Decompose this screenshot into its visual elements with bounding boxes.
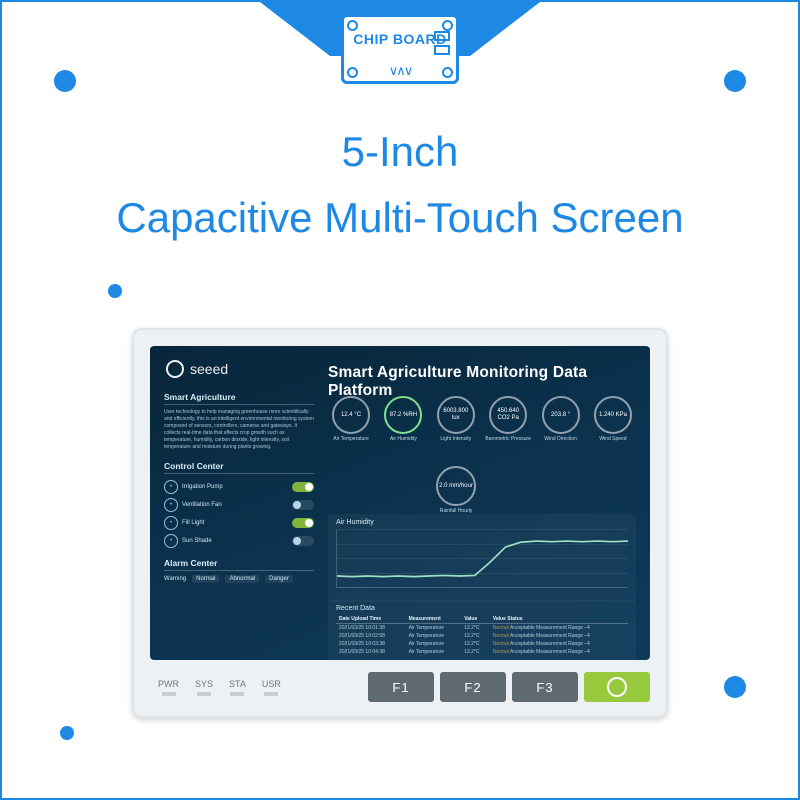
control-row: • Irrigation Pump: [164, 478, 314, 496]
decor-dot: [60, 726, 74, 740]
toggle-fill light[interactable]: [292, 518, 314, 528]
section-smart-body: User technology to help managing greenho…: [164, 409, 314, 451]
badge-chevrons: ∨∧∨: [344, 63, 456, 79]
table-header: Measurement: [406, 615, 462, 624]
headline-line1: 5-Inch: [2, 128, 798, 176]
metric-label: Light Intensity: [433, 436, 479, 442]
alarm-level: Danger: [265, 575, 293, 583]
rainfall-metric: 2.0 mm/hour Rainfall Hourly: [436, 466, 476, 514]
rain-value: 2.0 mm/hour: [439, 483, 473, 490]
f2-button[interactable]: F2: [440, 672, 506, 702]
alarm-level: Abnormal: [225, 575, 259, 583]
metric-ring: 6003.800 lux: [437, 396, 475, 434]
section-alarm-heading: Alarm Center: [164, 558, 314, 571]
headline: 5-Inch Capacitive Multi-Touch Screen: [2, 128, 798, 242]
screen-title: Smart Agriculture Monitoring Data Platfo…: [328, 364, 650, 400]
metric-value: 1.240 KPa: [599, 412, 627, 419]
f1-button[interactable]: F1: [368, 672, 434, 702]
section-smart-heading: Smart Agriculture: [164, 392, 314, 405]
metric-label: Air Temperature: [328, 436, 374, 442]
metric-value: 12.4 °C: [341, 412, 361, 419]
metric: 1.240 KPa Wind Speed: [590, 396, 636, 442]
table-header: Date Upload Time: [336, 615, 406, 624]
section-control-heading: Control Center: [164, 461, 314, 474]
decor-dot: [724, 676, 746, 698]
bulb-icon: •: [164, 516, 178, 530]
fan-icon: •: [164, 498, 178, 512]
decor-dot: [54, 70, 76, 92]
seeed-icon: [166, 360, 184, 378]
chip-board-badge: CHIP BOARD ∨∧∨: [341, 14, 459, 84]
metric: 12.4 °C Air Temperature: [328, 396, 374, 442]
metric-label: Wind Speed: [590, 436, 636, 442]
metric-value: 6003.800 lux: [439, 408, 473, 422]
led-sta: STA: [229, 679, 246, 696]
headline-line2: Capacitive Multi-Touch Screen: [2, 194, 798, 242]
recent-table: Date Upload TimeMeasurementValueValue St…: [336, 615, 628, 656]
table-header: Value Status: [490, 615, 628, 624]
control-row: • Ventilation Fan: [164, 496, 314, 514]
power-icon: [607, 677, 627, 697]
metric-value: 450.640 CO2 Pa: [491, 408, 525, 422]
metric-ring: 87.2 %RH: [384, 396, 422, 434]
f3-button[interactable]: F3: [512, 672, 578, 702]
control-row: • Sun Shade: [164, 532, 314, 550]
table-row: 2021/03/25 10:02:58Air Temperature12.2°C…: [336, 632, 628, 640]
device-bottom-bar: PWR SYS STA USR F1 F2 F3: [150, 666, 650, 708]
table-row: 2021/03/25 10:03:38Air Temperature12.2°C…: [336, 640, 628, 648]
led-sys: SYS: [195, 679, 213, 696]
chart-card: Air Humidity: [328, 514, 636, 602]
toggle-irrigation pump[interactable]: [292, 482, 314, 492]
metric: 450.640 CO2 Pa Barometric Pressure: [485, 396, 531, 442]
device-screen: seeed Smart Agriculture Monitoring Data …: [150, 346, 650, 660]
alarm-row: Warning Normal Abnormal Danger: [164, 575, 314, 583]
decor-dot: [724, 70, 746, 92]
table-row: 2021/03/25 10:04:38Air Temperature12.2°C…: [336, 648, 628, 656]
metric-value: 87.2 %RH: [390, 412, 417, 419]
decor-dot: [108, 284, 122, 298]
metric-row: 12.4 °C Air Temperature 87.2 %RH Air Humidi…: [328, 396, 636, 442]
metric: 6003.800 lux Light Intensity: [433, 396, 479, 442]
chart-area: [336, 529, 628, 588]
toggle-sun shade[interactable]: [292, 536, 314, 546]
metric-label: Air Humidity: [380, 436, 426, 442]
table-header: Value: [461, 615, 490, 624]
control-row: • Fill Light: [164, 514, 314, 532]
led-usr: USR: [262, 679, 281, 696]
metric-label: Barometric Pressure: [485, 436, 531, 442]
control-label: Sun Shade: [182, 538, 212, 544]
alarm-level: Normal: [192, 575, 219, 583]
metric-ring: 12.4 °C: [332, 396, 370, 434]
brand-logo: seeed: [166, 360, 228, 378]
metric-label: Wind Direction: [538, 436, 584, 442]
table-row: 2021/03/25 10:01:38Air Temperature12.2°C…: [336, 624, 628, 633]
control-label: Irrigation Pump: [182, 484, 223, 490]
device-mockup: seeed Smart Agriculture Monitoring Data …: [132, 328, 668, 718]
control-label: Fill Light: [182, 520, 204, 526]
led-pwr: PWR: [158, 679, 179, 696]
metric: 87.2 %RH Air Humidity: [380, 396, 426, 442]
water-icon: •: [164, 480, 178, 494]
metric-value: 203.8 °: [551, 412, 570, 419]
alarm-label: Warning: [164, 576, 186, 582]
left-column: Smart Agriculture User technology to hel…: [164, 392, 314, 583]
brand-text: seeed: [190, 361, 228, 377]
recent-heading: Recent Data: [336, 605, 628, 612]
chart-heading: Air Humidity: [336, 519, 628, 526]
power-button[interactable]: [584, 672, 650, 702]
badge-label: CHIP BOARD: [344, 31, 456, 47]
metric-ring: 450.640 CO2 Pa: [489, 396, 527, 434]
toggle-ventilation fan[interactable]: [292, 500, 314, 510]
sun-icon: •: [164, 534, 178, 548]
recent-data-card: Recent Data Date Upload TimeMeasurementV…: [328, 600, 636, 660]
metric: 203.8 ° Wind Direction: [538, 396, 584, 442]
product-card: CHIP BOARD ∨∧∨ 5-Inch Capacitive Multi-T…: [0, 0, 800, 800]
status-leds: PWR SYS STA USR: [158, 679, 281, 696]
control-label: Ventilation Fan: [182, 502, 222, 508]
metric-ring: 203.8 °: [542, 396, 580, 434]
metric-ring: 1.240 KPa: [594, 396, 632, 434]
